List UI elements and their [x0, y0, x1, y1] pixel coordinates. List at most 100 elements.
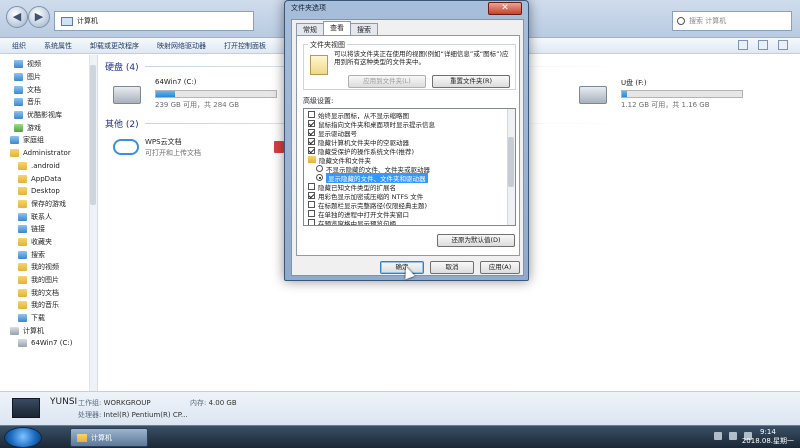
nav-scrollbar[interactable] [89, 55, 97, 391]
nav-item[interactable]: 视频 [10, 58, 96, 71]
youku-library-icon [14, 111, 23, 120]
checkbox[interactable] [308, 183, 315, 190]
checkbox[interactable] [308, 201, 315, 208]
radio-button[interactable] [316, 165, 323, 172]
drive-c-name: 64Win7 (C:) [155, 78, 197, 86]
folder-icon [18, 263, 27, 272]
nav-item[interactable]: 下载 [10, 312, 96, 325]
clock[interactable]: 9:14 2018.08.星期一 [742, 428, 794, 446]
checkbox[interactable] [308, 138, 315, 145]
checkbox[interactable] [308, 147, 315, 154]
nav-item[interactable]: 保存的游戏 [10, 198, 96, 211]
nav-item[interactable]: 链接 [10, 223, 96, 236]
preview-pane-icon[interactable] [758, 40, 768, 50]
host-name: YUNSI [50, 397, 78, 407]
other-header-text: 其他 (2) [105, 120, 139, 130]
nav-item[interactable]: 游戏 [10, 121, 96, 134]
nav-item[interactable]: 图片 [10, 71, 96, 84]
nav-item[interactable]: AppData [10, 172, 96, 185]
drive-c-free: 239 GB 可用，共 284 GB [155, 101, 240, 109]
user-folder-icon [10, 149, 19, 158]
drive-c-usage-bar [155, 90, 277, 98]
radio-button[interactable] [316, 174, 323, 181]
tab-general[interactable]: 常规 [296, 23, 324, 35]
setting-row[interactable]: 在预览窗格中显示预览句柄 [304, 218, 509, 226]
map-network-drive-button[interactable]: 映射网络驱动器 [157, 41, 206, 51]
apply-to-folders-button[interactable]: 应用到文件夹(L) [348, 75, 426, 88]
nav-item[interactable]: 优酷影视库 [10, 109, 96, 122]
nav-item-label: 文档 [27, 85, 41, 94]
favorites-folder-icon [18, 237, 27, 246]
nav-item[interactable]: 我的音乐 [10, 299, 96, 312]
nav-item[interactable]: .android [10, 160, 96, 173]
nav-item[interactable]: 搜索 [10, 248, 96, 261]
checkbox[interactable] [308, 129, 315, 136]
nav-item[interactable]: 我的文档 [10, 286, 96, 299]
tray-network-icon[interactable] [729, 432, 737, 440]
nav-item-label: 家庭组 [23, 136, 44, 145]
dialog-tabs: 常规 查看 搜索 [296, 21, 378, 35]
cancel-button[interactable]: 取消 [430, 261, 474, 274]
checkbox[interactable] [308, 120, 315, 127]
uninstall-program-button[interactable]: 卸载或更改程序 [90, 41, 139, 51]
advanced-settings-scroll-thumb[interactable] [508, 137, 514, 187]
wps-name: WPS云文档 [145, 138, 182, 146]
homegroup-icon [10, 136, 19, 145]
nav-item[interactable]: Desktop [10, 185, 96, 198]
partially-hidden-item-icon[interactable] [274, 141, 284, 153]
nav-item-label: 下载 [31, 314, 45, 323]
nav-item[interactable]: 家庭组 [10, 134, 96, 147]
restore-defaults-button[interactable]: 还原为默认值(D) [437, 234, 515, 247]
nav-scroll-thumb[interactable] [90, 65, 96, 205]
nav-item-label: 收藏夹 [31, 237, 52, 246]
nav-item-label: 游戏 [27, 123, 41, 132]
folder-views-legend: 文件夹视图 [308, 40, 347, 50]
computer-icon [10, 326, 19, 335]
forward-button[interactable]: ▶ [28, 6, 50, 28]
nav-item[interactable]: Administrator [10, 147, 96, 160]
checkbox[interactable] [308, 210, 315, 217]
checkbox[interactable] [308, 219, 315, 225]
nav-item[interactable]: 音乐 [10, 96, 96, 109]
tab-search[interactable]: 搜索 [350, 23, 378, 35]
wps-subtitle: 可打开和上传文档 [145, 149, 201, 157]
tab-view[interactable]: 查看 [323, 21, 351, 35]
apply-button[interactable]: 应用(A) [480, 261, 520, 274]
system-properties-button[interactable]: 系统属性 [44, 41, 72, 51]
taskbar-explorer-button[interactable]: 计算机 [70, 428, 148, 447]
setting-label: 在预览窗格中显示预览句柄 [318, 219, 396, 226]
reset-folders-button[interactable]: 重置文件夹(R) [432, 75, 510, 88]
open-control-panel-button[interactable]: 打开控制面板 [224, 41, 266, 51]
tray-flag-icon[interactable] [714, 432, 722, 440]
view-tab-panel: 文件夹视图 可以将该文件夹正在使用的视图(例如“详细信息”或“图标”)应用到所有… [296, 35, 520, 256]
checkbox[interactable] [308, 192, 315, 199]
checkbox[interactable] [308, 111, 315, 118]
advanced-settings-label: 高级设置: [303, 97, 334, 105]
nav-item[interactable]: 我的视频 [10, 261, 96, 274]
nav-item[interactable]: 我的图片 [10, 274, 96, 287]
folder-icon [18, 187, 27, 196]
organize-menu[interactable]: 组织 [12, 41, 26, 51]
memory-info: 内存: 4.00 GB [190, 399, 237, 407]
help-icon[interactable] [778, 40, 788, 50]
details-pane: YUNSI 工作组: WORKGROUP 内存: 4.00 GB 处理器: In… [0, 391, 800, 425]
cpu-info: 处理器: Intel(R) Pentium(R) CP... [78, 411, 188, 419]
nav-item[interactable]: 收藏夹 [10, 236, 96, 249]
folder-icon [18, 199, 27, 208]
dialog-close-button[interactable]: ✕ [488, 2, 522, 15]
view-options-icon[interactable] [738, 40, 748, 50]
advanced-settings-scrollbar[interactable] [507, 109, 515, 225]
nav-item[interactable]: 计算机 [10, 324, 96, 337]
nav-item-label: 链接 [31, 225, 45, 234]
address-text: 计算机 [77, 17, 98, 25]
address-bar[interactable]: 计算机 [54, 11, 254, 31]
nav-item[interactable]: 文档 [10, 83, 96, 96]
nav-item[interactable]: 64Win7 (C:) [10, 337, 96, 350]
back-button[interactable]: ◀ [6, 6, 28, 28]
nav-item-label: 联系人 [31, 212, 52, 221]
advanced-settings-list[interactable]: 始终显示图标，从不显示缩略图 鼠标指向文件夹和桌面项时显示提示信息 显示驱动器号 隐藏… [303, 108, 516, 226]
start-button[interactable] [4, 427, 42, 448]
nav-item[interactable]: 联系人 [10, 210, 96, 223]
drive-f-free: 1.12 GB 可用，共 1.16 GB [621, 101, 710, 109]
search-box[interactable]: 搜索 计算机 [672, 11, 792, 31]
